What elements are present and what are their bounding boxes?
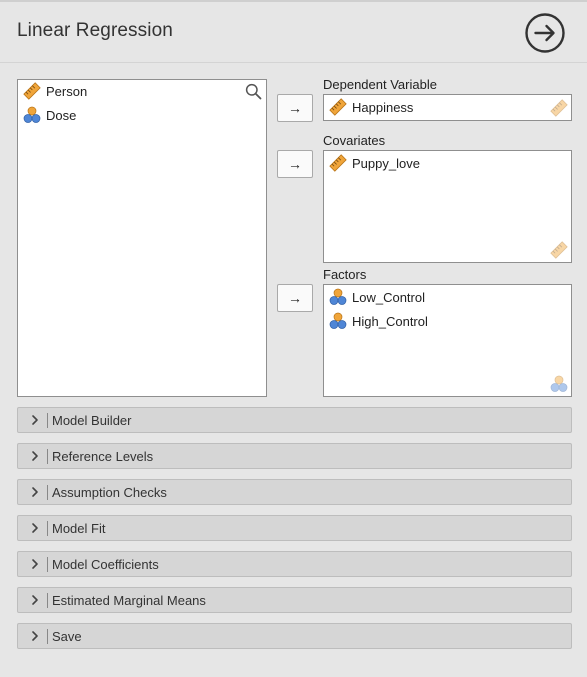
- header-divider: [0, 62, 587, 63]
- dependent-variable-value: Happiness: [352, 99, 414, 115]
- panel-assumption-checks[interactable]: Assumption Checks: [17, 479, 572, 505]
- move-to-covariates-button[interactable]: →: [277, 150, 313, 178]
- covariate-value: Puppy_love: [352, 155, 420, 171]
- nominal-hint-icon: [550, 375, 568, 398]
- move-to-dependent-button[interactable]: →: [277, 94, 313, 122]
- panel-label: Model Coefficients: [52, 557, 159, 572]
- scale-hint-icon: [550, 241, 568, 264]
- covariates-label: Covariates: [323, 133, 386, 148]
- panel-save[interactable]: Save: [17, 623, 572, 649]
- variable-label: Person: [46, 83, 88, 99]
- nominal-icon: [23, 106, 41, 124]
- chevron-right-icon: [32, 487, 38, 497]
- panel-estimated-marginal-means[interactable]: Estimated Marginal Means: [17, 587, 572, 613]
- list-item[interactable]: Low_Control: [329, 286, 425, 308]
- arrow-circle-right-icon: [525, 13, 565, 53]
- chevron-right-icon: [32, 559, 38, 569]
- chevron-right-icon: [32, 523, 38, 533]
- panel-label: Estimated Marginal Means: [52, 593, 206, 608]
- panel-divider: [47, 629, 48, 644]
- list-item[interactable]: Dose: [23, 104, 76, 126]
- panel-divider: [47, 485, 48, 500]
- panel-label: Assumption Checks: [52, 485, 167, 500]
- variable-label: Dose: [46, 107, 77, 123]
- panel-divider: [47, 413, 48, 428]
- move-to-factors-button[interactable]: →: [277, 284, 313, 312]
- panel-label: Model Fit: [52, 521, 106, 536]
- panel-model-builder[interactable]: Model Builder: [17, 407, 572, 433]
- panel-label: Save: [52, 629, 82, 644]
- ruler-icon: [329, 98, 347, 116]
- nominal-icon: [329, 312, 347, 330]
- variable-list[interactable]: [17, 79, 267, 397]
- panel-reference-levels[interactable]: Reference Levels: [17, 443, 572, 469]
- chevron-right-icon: [32, 451, 38, 461]
- run-analysis-button[interactable]: [524, 12, 566, 54]
- chevron-right-icon: [32, 631, 38, 641]
- list-item[interactable]: Happiness: [329, 96, 413, 118]
- top-border: [0, 0, 587, 2]
- page-title: Linear Regression: [17, 20, 173, 41]
- factor-value: Low_Control: [352, 289, 425, 305]
- list-item[interactable]: High_Control: [329, 310, 428, 332]
- panel-label: Model Builder: [52, 413, 132, 428]
- ruler-icon: [329, 154, 347, 172]
- panel-model-fit[interactable]: Model Fit: [17, 515, 572, 541]
- search-icon[interactable]: [245, 83, 262, 100]
- panel-model-coefficients[interactable]: Model Coefficients: [17, 551, 572, 577]
- list-item[interactable]: Puppy_love: [329, 152, 420, 174]
- nominal-icon: [329, 288, 347, 306]
- dependent-variable-label: Dependent Variable: [323, 77, 437, 92]
- scale-hint-icon: [550, 99, 568, 122]
- ruler-icon: [23, 82, 41, 100]
- panel-divider: [47, 557, 48, 572]
- factor-value: High_Control: [352, 313, 428, 329]
- panel-divider: [47, 521, 48, 536]
- chevron-right-icon: [32, 415, 38, 425]
- panel-divider: [47, 593, 48, 608]
- panel-divider: [47, 449, 48, 464]
- list-item[interactable]: Person: [23, 80, 87, 102]
- factors-label: Factors: [323, 267, 367, 282]
- panel-label: Reference Levels: [52, 449, 154, 464]
- chevron-right-icon: [32, 595, 38, 605]
